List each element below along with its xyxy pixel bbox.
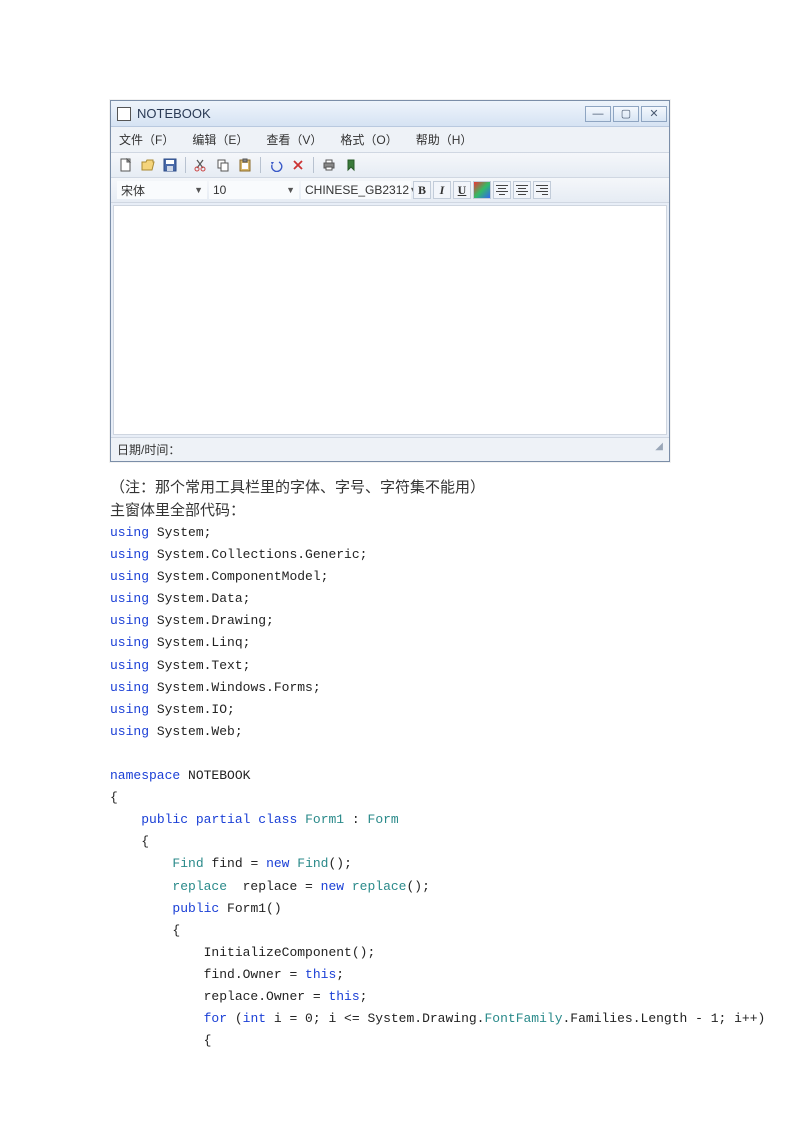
kw-class: class — [258, 812, 297, 827]
fontfamily-type: FontFamily — [484, 1011, 562, 1026]
close-button[interactable]: ✕ — [641, 106, 667, 122]
kw-for: for — [204, 1011, 227, 1026]
kw-using: using — [110, 525, 149, 540]
replace-decl: replace = — [227, 879, 321, 894]
using-1: System.Collections.Generic; — [157, 547, 368, 562]
separator — [260, 157, 261, 173]
kw-using: using — [110, 613, 149, 628]
replace-ctor: replace — [352, 879, 407, 894]
align-center-button[interactable] — [513, 181, 531, 199]
new-file-icon[interactable] — [117, 156, 135, 174]
align-left-button[interactable] — [493, 181, 511, 199]
open-file-icon[interactable] — [139, 156, 157, 174]
kw-public: public — [141, 812, 188, 827]
app-window: NOTEBOOK — ▢ ✕ 文件（F） 编辑（E） 查看（V） 格式（O） 帮… — [110, 100, 670, 462]
text-editor-area[interactable] — [113, 205, 667, 435]
kw-using: using — [110, 591, 149, 606]
kw-using: using — [110, 569, 149, 584]
menubar: 文件（F） 编辑（E） 查看（V） 格式（O） 帮助（H） — [111, 127, 669, 153]
kw-public: public — [172, 901, 219, 916]
size-value: 10 — [213, 183, 226, 197]
statusbar: 日期/时间： ◢ — [111, 437, 669, 461]
kw-namespace: namespace — [110, 768, 180, 783]
toolbar-standard — [111, 153, 669, 178]
using-4: System.Drawing; — [157, 613, 274, 628]
charset-value: CHINESE_GB2312 — [305, 183, 409, 197]
underline-button[interactable]: U — [453, 181, 471, 199]
bookmark-icon[interactable] — [342, 156, 360, 174]
using-8: System.IO; — [157, 702, 235, 717]
bold-button[interactable]: B — [413, 181, 431, 199]
using-5: System.Linq; — [157, 635, 251, 650]
code-heading: 主窗体里全部代码： — [110, 499, 683, 520]
kw-using: using — [110, 658, 149, 673]
dropdown-arrow-icon: ▼ — [194, 185, 203, 195]
base-class: Form — [368, 812, 399, 827]
titlebar: NOTEBOOK — ▢ ✕ — [111, 101, 669, 127]
italic-button[interactable]: I — [433, 181, 451, 199]
undo-icon[interactable] — [267, 156, 285, 174]
save-icon[interactable] — [161, 156, 179, 174]
kw-new: new — [266, 856, 289, 871]
using-6: System.Text; — [157, 658, 251, 673]
menu-help[interactable]: 帮助（H） — [416, 131, 473, 148]
status-datetime-label: 日期/时间： — [117, 441, 180, 458]
cancel-icon[interactable] — [289, 156, 307, 174]
ctor-name: Form1() — [219, 901, 281, 916]
kw-using: using — [110, 724, 149, 739]
kw-this: this — [305, 967, 336, 982]
using-2: System.ComponentModel; — [157, 569, 329, 584]
dropdown-arrow-icon: ▼ — [286, 185, 295, 195]
ns-name: NOTEBOOK — [188, 768, 250, 783]
note-text: （注：那个常用工具栏里的字体、字号、字符集不能用） — [110, 476, 683, 497]
replace-type: replace — [172, 879, 227, 894]
using-0: System; — [157, 525, 212, 540]
app-icon — [117, 107, 131, 121]
init-call: InitializeComponent(); — [204, 945, 376, 960]
window-title: NOTEBOOK — [137, 106, 585, 121]
maximize-button[interactable]: ▢ — [613, 106, 639, 122]
align-right-button[interactable] — [533, 181, 551, 199]
copy-icon[interactable] — [214, 156, 232, 174]
resize-grip-icon[interactable]: ◢ — [655, 441, 663, 458]
kw-partial: partial — [196, 812, 251, 827]
using-3: System.Data; — [157, 591, 251, 606]
separator — [313, 157, 314, 173]
for-tail: .Families.Length - 1; i++) — [563, 1011, 766, 1026]
charset-combo[interactable]: CHINESE_GB2312 ▼ — [301, 181, 411, 199]
menu-view[interactable]: 查看（V） — [266, 131, 322, 148]
kw-using: using — [110, 680, 149, 695]
for-pre: ( — [227, 1011, 243, 1026]
font-color-button[interactable] — [473, 181, 491, 199]
font-value: 宋体 — [121, 182, 145, 199]
replace-owner: replace.Owner = — [204, 989, 329, 1004]
using-9: System.Web; — [157, 724, 243, 739]
separator — [185, 157, 186, 173]
kw-new: new — [321, 879, 344, 894]
find-owner: find.Owner = — [204, 967, 305, 982]
menu-format[interactable]: 格式（O） — [340, 131, 397, 148]
print-icon[interactable] — [320, 156, 338, 174]
find-type: Find — [172, 856, 203, 871]
kw-this: this — [328, 989, 359, 1004]
paste-icon[interactable] — [236, 156, 254, 174]
cut-icon[interactable] — [192, 156, 210, 174]
kw-using: using — [110, 547, 149, 562]
for-mid: i = 0; i <= System.Drawing. — [266, 1011, 484, 1026]
class-name: Form1 — [305, 812, 344, 827]
kw-using: using — [110, 635, 149, 650]
minimize-button[interactable]: — — [585, 106, 611, 122]
code-block: using System; using System.Collections.G… — [110, 522, 683, 1052]
toolbar-formatting: 宋体 ▼ 10 ▼ CHINESE_GB2312 ▼ B I U — [111, 178, 669, 203]
kw-using: using — [110, 702, 149, 717]
font-combo[interactable]: 宋体 ▼ — [117, 181, 207, 199]
menu-edit[interactable]: 编辑（E） — [192, 131, 248, 148]
menu-file[interactable]: 文件（F） — [119, 131, 174, 148]
using-7: System.Windows.Forms; — [157, 680, 321, 695]
kw-int: int — [243, 1011, 266, 1026]
find-ctor: Find — [297, 856, 328, 871]
find-decl: find = — [204, 856, 266, 871]
size-combo[interactable]: 10 ▼ — [209, 181, 299, 199]
